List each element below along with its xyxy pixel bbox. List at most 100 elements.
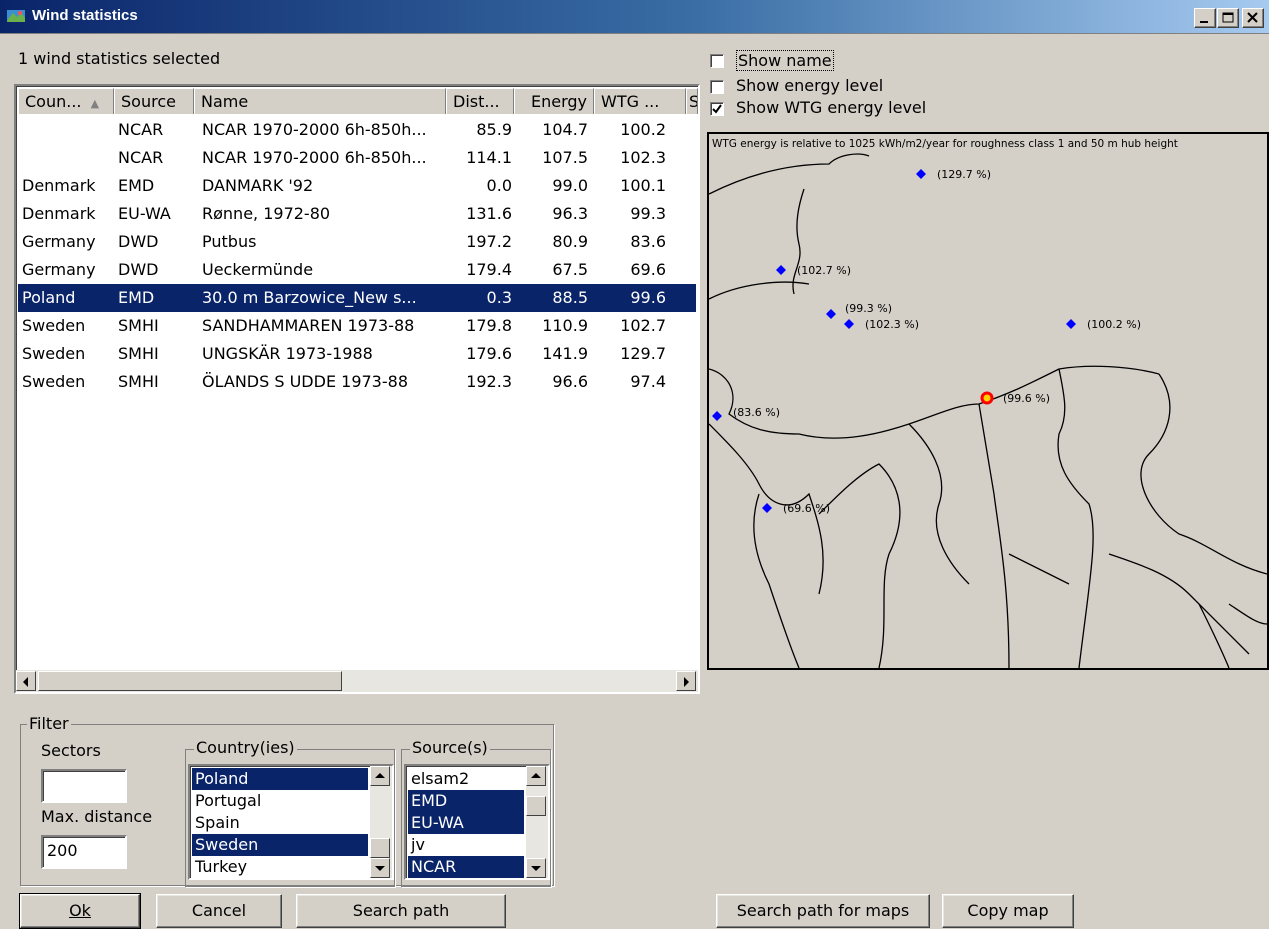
maximize-button[interactable] xyxy=(1217,8,1239,28)
column-header-extra[interactable]: S xyxy=(686,88,698,114)
maximize-icon xyxy=(1222,12,1234,23)
minimize-button[interactable] xyxy=(1194,8,1216,28)
map-marker[interactable] xyxy=(762,499,772,513)
sources-listbox[interactable]: elsam2 EMD EU-WA jv NCAR xyxy=(404,764,550,880)
table-row[interactable]: Germany DWD Ueckermünde 179.4 67.5 69.6 xyxy=(18,256,696,284)
horizontal-scrollbar[interactable] xyxy=(16,670,698,692)
scroll-right-button[interactable] xyxy=(676,671,696,691)
map-marker[interactable] xyxy=(916,165,926,179)
sources-scroll-thumb[interactable] xyxy=(526,796,546,816)
cell-wtg: 102.7 xyxy=(620,316,666,335)
sources-scroll-down[interactable] xyxy=(526,858,546,878)
checkmark-icon xyxy=(712,104,722,114)
show-wtg-energy-level-checkbox[interactable] xyxy=(710,102,724,116)
wind-statistics-table[interactable]: Coun... ▲ Source Name Dist... Energy WTG… xyxy=(14,84,700,694)
cell-country: Sweden xyxy=(22,344,86,363)
column-header-country[interactable]: Coun... ▲ xyxy=(18,88,114,114)
map-marker[interactable] xyxy=(712,407,722,421)
close-button[interactable] xyxy=(1242,8,1264,28)
marker-label: (83.6 %) xyxy=(733,406,781,419)
table-row[interactable]: Sweden SMHI SANDHAMMAREN 1973-88 179.8 110.9… xyxy=(18,312,696,340)
cell-energy: 96.6 xyxy=(552,372,588,391)
map-panel[interactable]: WTG energy is relative to 1025 kWh/m2/ye… xyxy=(707,132,1269,670)
ok-button[interactable]: Ok xyxy=(19,893,141,929)
listbox-item[interactable]: Sweden xyxy=(192,834,368,856)
countries-scroll-up[interactable] xyxy=(370,766,390,786)
marker-label: (102.7 %) xyxy=(797,264,852,277)
table-row[interactable]: Denmark EU-WA Rønne, 1972-80 131.6 96.3 99.3 xyxy=(18,200,696,228)
column-header-name[interactable]: Name xyxy=(194,88,446,114)
column-header-wtg[interactable]: WTG ... xyxy=(594,88,686,114)
show-name-checkbox[interactable] xyxy=(710,54,724,68)
cell-energy: 88.5 xyxy=(552,288,588,307)
sources-scroll-up[interactable] xyxy=(526,766,546,786)
table-row-selected[interactable]: Poland EMD 30.0 m Barzowice_New s... 0.3 88.… xyxy=(18,284,696,312)
scroll-thumb[interactable] xyxy=(38,671,342,691)
table-row[interactable]: Sweden SMHI UNGSKÄR 1973-1988 179.6 141.9 129… xyxy=(18,340,696,368)
cell-dist: 0.0 xyxy=(486,176,512,195)
table-row[interactable]: NCAR NCAR 1970-2000 6h-850h... 85.9 104.7 10… xyxy=(18,116,696,144)
listbox-item[interactable]: EMD xyxy=(408,790,524,812)
arrow-right-icon xyxy=(684,677,689,687)
marker-label: (99.3 %) xyxy=(845,302,893,315)
listbox-item[interactable]: Spain xyxy=(192,812,368,834)
show-wtg-energy-level-label[interactable]: Show WTG energy level xyxy=(736,98,926,117)
cell-source: EMD xyxy=(118,288,155,307)
sectors-input[interactable] xyxy=(41,769,127,803)
show-energy-level-label[interactable]: Show energy level xyxy=(736,76,883,95)
countries-scroll-thumb[interactable] xyxy=(370,838,390,858)
max-distance-input[interactable]: 200 xyxy=(41,835,127,869)
arrow-up-icon xyxy=(375,773,385,778)
minimize-icon xyxy=(1200,21,1208,23)
listbox-item[interactable]: EU-WA xyxy=(408,812,524,834)
listbox-item[interactable]: jv xyxy=(408,834,524,856)
search-path-button[interactable]: Search path xyxy=(296,894,506,928)
cell-source: DWD xyxy=(118,260,159,279)
marker-label: (99.6 %) xyxy=(1003,392,1051,405)
selected-marker[interactable] xyxy=(980,391,994,405)
filter-group: Filter Sectors Max. distance 200 Country… xyxy=(20,714,554,887)
column-header-energy[interactable]: Energy xyxy=(514,88,594,114)
listbox-item[interactable]: elsam2 xyxy=(408,768,524,790)
table-row[interactable]: NCAR NCAR 1970-2000 6h-850h... 114.1 107.5 1… xyxy=(18,144,696,172)
countries-listbox[interactable]: Poland Portugal Spain Sweden Turkey xyxy=(188,764,394,880)
search-path-for-maps-button[interactable]: Search path for maps xyxy=(716,894,930,928)
sources-scrollbar[interactable] xyxy=(526,766,548,878)
column-header-source[interactable]: Source xyxy=(114,88,194,114)
map-marker[interactable] xyxy=(844,315,854,329)
cell-country: Denmark xyxy=(22,176,96,195)
copy-map-button[interactable]: Copy map xyxy=(942,894,1074,928)
map-marker[interactable] xyxy=(776,261,786,275)
map-marker[interactable] xyxy=(826,305,836,319)
column-header-distance[interactable]: Dist... xyxy=(446,88,514,114)
cell-dist: 179.8 xyxy=(466,316,512,335)
countries-scroll-down[interactable] xyxy=(370,858,390,878)
table-row[interactable]: Germany DWD Putbus 197.2 80.9 83.6 xyxy=(18,228,696,256)
cell-wtg: 69.6 xyxy=(630,260,666,279)
listbox-item[interactable]: Turkey xyxy=(192,856,368,878)
table-row[interactable]: Denmark EMD DANMARK '92 0.0 99.0 100.1 xyxy=(18,172,696,200)
cell-dist: 85.9 xyxy=(476,120,512,139)
cell-source: EMD xyxy=(118,176,155,195)
countries-title: Country(ies) xyxy=(194,738,297,757)
cell-dist: 179.6 xyxy=(466,344,512,363)
cell-wtg: 83.6 xyxy=(630,232,666,251)
title-bar[interactable]: Wind statistics xyxy=(0,0,1269,34)
scroll-left-button[interactable] xyxy=(16,671,36,691)
cell-energy: 141.9 xyxy=(542,344,588,363)
max-distance-label: Max. distance xyxy=(41,807,153,826)
cancel-button[interactable]: Cancel xyxy=(156,894,282,928)
cell-country: Sweden xyxy=(22,316,86,335)
cell-energy: 67.5 xyxy=(552,260,588,279)
cell-source: SMHI xyxy=(118,316,159,335)
listbox-item[interactable]: NCAR xyxy=(408,856,524,878)
table-row[interactable]: Sweden SMHI ÖLANDS S UDDE 1973-88 192.3 96.6… xyxy=(18,368,696,396)
countries-scrollbar[interactable] xyxy=(370,766,392,878)
cell-source: SMHI xyxy=(118,344,159,363)
show-energy-level-checkbox[interactable] xyxy=(710,80,724,94)
map-marker[interactable] xyxy=(1066,315,1076,329)
listbox-item[interactable]: Poland xyxy=(192,768,368,790)
show-name-label[interactable]: Show name xyxy=(736,50,834,71)
listbox-item[interactable]: Portugal xyxy=(192,790,368,812)
cell-wtg: 99.6 xyxy=(630,288,666,307)
